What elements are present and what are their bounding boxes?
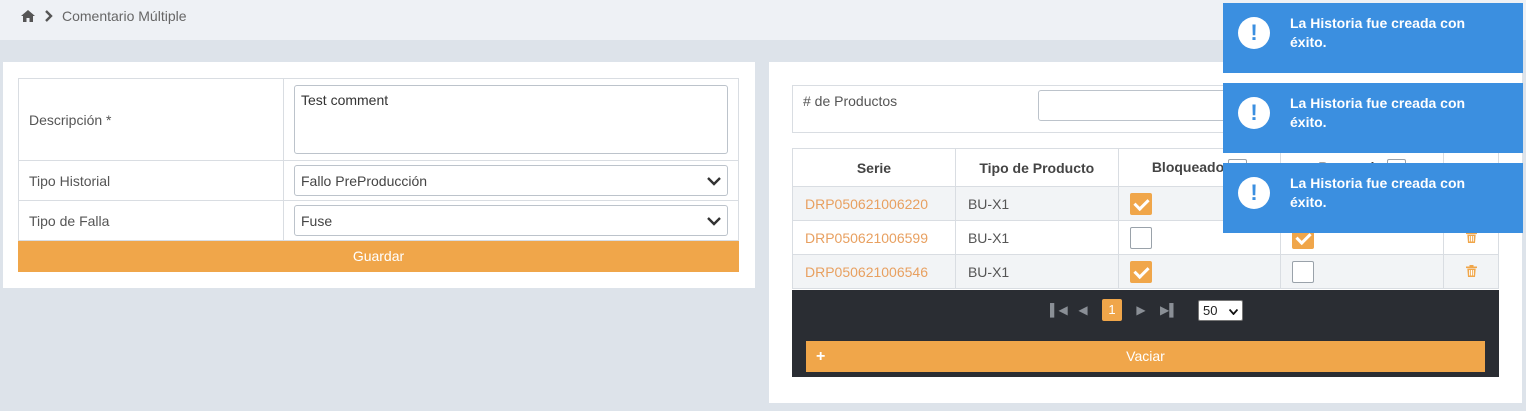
serie-link[interactable]: DRP050621006599 — [805, 230, 928, 246]
tipo-cell: BU-X1 — [954, 220, 1119, 255]
breadcrumb-current: Comentario Múltiple — [62, 8, 187, 24]
tipo-falla-label: Tipo de Falla — [18, 200, 284, 241]
tipo-cell: BU-X1 — [954, 254, 1119, 289]
tipo-cell: BU-X1 — [954, 186, 1119, 221]
pager: ▌◀ ◀ 1 ▶ ▶▌ 50 + Vaciar — [792, 290, 1499, 377]
chevron-down-icon — [1228, 303, 1239, 318]
toast-notification[interactable]: ! La Historia fue creada con éxito. — [1223, 83, 1523, 153]
clear-label: Vaciar — [1126, 348, 1165, 364]
page-number[interactable]: 1 — [1102, 299, 1122, 321]
qty-label: # de Productos — [803, 93, 898, 109]
descripcion-label: Descripción * — [18, 78, 284, 161]
prev-page-icon[interactable]: ◀ — [1076, 303, 1090, 317]
col-serie[interactable]: Serie — [792, 148, 956, 187]
tipo-historial-label: Tipo Historial — [18, 160, 284, 201]
comment-form: Descripción * Test comment Tipo Historia… — [18, 78, 739, 241]
chevron-right-icon — [44, 10, 54, 22]
first-page-icon[interactable]: ▌◀ — [1050, 303, 1068, 317]
col-bloqueado-label: Bloqueado — [1151, 158, 1225, 175]
toast-message: La Historia fue creada con éxito. — [1290, 175, 1466, 210]
toast-notification[interactable]: ! La Historia fue creada con éxito. — [1223, 3, 1523, 73]
breadcrumb: Comentario Múltiple — [20, 8, 187, 24]
tipo-historial-select[interactable]: Fallo PreProducción — [294, 165, 728, 196]
toast-notification[interactable]: ! La Historia fue creada con éxito. — [1223, 163, 1523, 233]
last-page-icon[interactable]: ▶▌ — [1160, 303, 1178, 317]
chevron-down-icon — [707, 213, 721, 229]
trash-icon[interactable] — [1465, 264, 1477, 280]
save-button[interactable]: Guardar — [18, 241, 739, 272]
clear-button[interactable]: + Vaciar — [806, 341, 1485, 372]
serie-link[interactable]: DRP050621006220 — [805, 196, 928, 212]
descripcion-textarea[interactable]: Test comment — [294, 85, 728, 154]
reparado-checkbox[interactable] — [1292, 260, 1315, 283]
toast-message: La Historia fue creada con éxito. — [1290, 95, 1466, 130]
col-tipo-producto[interactable]: Tipo de Producto — [954, 148, 1119, 187]
next-page-icon[interactable]: ▶ — [1134, 303, 1148, 317]
pager-controls: ▌◀ ◀ 1 ▶ ▶▌ 50 — [1050, 299, 1243, 321]
tipo-falla-value: Fuse — [301, 212, 333, 229]
serie-link[interactable]: DRP050621006546 — [805, 264, 928, 280]
bloqueado-checkbox[interactable] — [1129, 260, 1152, 283]
table-row: DRP050621006546 BU-X1 — [792, 254, 1499, 289]
exclamation-icon: ! — [1238, 177, 1270, 209]
exclamation-icon: ! — [1238, 97, 1270, 129]
chevron-down-icon — [707, 173, 721, 189]
exclamation-icon: ! — [1238, 17, 1270, 49]
comment-form-card: Descripción * Test comment Tipo Historia… — [3, 62, 755, 288]
bloqueado-checkbox[interactable] — [1129, 192, 1152, 215]
bloqueado-checkbox[interactable] — [1129, 226, 1152, 249]
home-icon[interactable] — [20, 9, 36, 23]
plus-icon: + — [816, 348, 826, 365]
toast-message: La Historia fue creada con éxito. — [1290, 15, 1466, 50]
page-size-select[interactable]: 50 — [1198, 299, 1243, 321]
tipo-historial-value: Fallo PreProducción — [301, 172, 428, 189]
tipo-falla-select[interactable]: Fuse — [294, 205, 728, 236]
page-size-value: 50 — [1203, 302, 1218, 318]
